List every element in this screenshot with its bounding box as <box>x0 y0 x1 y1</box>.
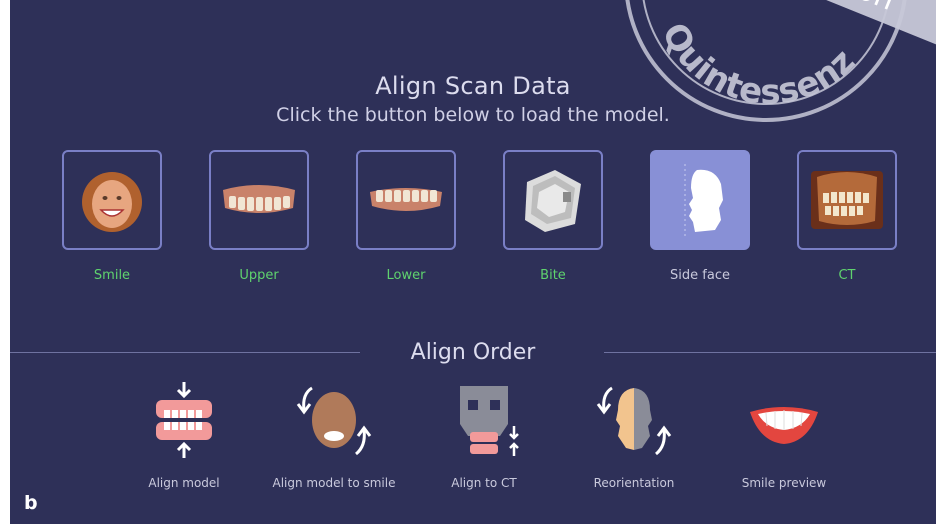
step-align-model[interactable]: Align model <box>114 380 254 490</box>
smile-preview-icon <box>750 407 818 444</box>
watermark-banner-text: ication <box>793 0 899 18</box>
step-align-to-ct-label: Align to CT <box>451 476 517 490</box>
step-reorientation-label: Reorientation <box>593 476 675 490</box>
ct-load-button[interactable] <box>797 150 897 250</box>
upper-teeth-icon <box>223 185 295 213</box>
step-align-model-label: Align model <box>148 476 220 490</box>
step-smile-preview[interactable]: Smile preview <box>714 380 854 490</box>
step-align-model-to-smile-label: Align model to smile <box>272 476 396 490</box>
bite-label: Bite <box>540 268 566 283</box>
lower-label: Lower <box>386 268 426 283</box>
align-to-ct-icon <box>460 386 519 456</box>
align-model-icon <box>156 382 212 458</box>
app-screen: Align Scan Data Click the button below t… <box>10 0 936 524</box>
align-order-steps: Align model Align model to smile Align t… <box>10 380 936 510</box>
page-subtitle: Click the button below to load the model… <box>276 104 670 126</box>
smile-load-button[interactable] <box>62 150 162 250</box>
bite-scan-icon <box>525 170 581 232</box>
align-model-to-smile-icon <box>296 386 372 456</box>
step-align-to-ct[interactable]: Align to CT <box>414 380 554 490</box>
align-order-title: Align Order <box>410 340 536 365</box>
figure-label: b <box>24 492 38 514</box>
lower-teeth-icon <box>370 188 442 211</box>
reorientation-icon <box>596 386 672 456</box>
side-face-label: Side face <box>670 268 730 283</box>
ct-label: CT <box>838 268 856 283</box>
step-smile-preview-label: Smile preview <box>741 476 827 490</box>
scan-tiles: Smile Upper Lower Bite Side face CT <box>10 150 936 290</box>
side-face-icon <box>684 164 723 236</box>
smile-photo-icon <box>82 172 142 232</box>
upper-label: Upper <box>239 268 279 283</box>
side-face-load-button[interactable] <box>650 150 750 250</box>
bite-load-button[interactable] <box>503 150 603 250</box>
smile-label: Smile <box>93 268 131 283</box>
ct-scan-icon <box>811 171 883 229</box>
step-reorientation[interactable]: Reorientation <box>564 380 704 490</box>
upper-load-button[interactable] <box>209 150 309 250</box>
page-title: Align Scan Data <box>375 72 571 100</box>
lower-load-button[interactable] <box>356 150 456 250</box>
step-align-model-to-smile[interactable]: Align model to smile <box>264 380 404 490</box>
